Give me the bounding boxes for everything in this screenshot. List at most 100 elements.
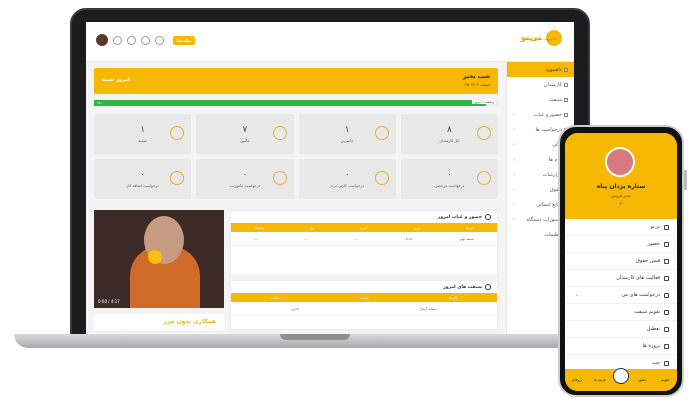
stat-card[interactable]: ۸ کل کارمندان (400, 114, 498, 154)
stat-value: ۱ (344, 125, 350, 135)
table-header-cell: وضعیت (253, 225, 265, 230)
phone-menu-label: تی‌نو (650, 224, 660, 230)
sidebar-item-label: داشبورد (545, 66, 562, 73)
greeting-banner: شب بخیر ۲۵ اسفند ۱۴۰۲ امروز شنبه (94, 68, 498, 94)
stat-card[interactable]: ۱ حاضرین (298, 114, 396, 154)
menu-item-icon (664, 292, 669, 298)
bottom-panels: 0:00 / 4:17 همکاری بدون مرز حضور و غیاب … (94, 210, 498, 330)
stat-card[interactable]: ۷ غائبین (196, 114, 294, 154)
laptop-notch (280, 334, 350, 340)
tickets-button[interactable]: تیکت‌ها (173, 35, 195, 45)
play-icon[interactable] (148, 250, 162, 264)
sidebar-item[interactable]: ‹ حضور و غیاب (507, 107, 574, 122)
cell-status: — (254, 236, 258, 241)
stat-card[interactable]: ۰ درخواست ماموریت (196, 159, 294, 199)
phone-menu-item[interactable]: تعطیل (565, 321, 677, 338)
phone-screen: ستاره یزدان پناه مدیر فروش ۴ تی‌نو حضور فی… (565, 133, 677, 391)
shifts-table-header: ساعت شیفت کارمند (231, 293, 497, 302)
dashboard-main: شب بخیر ۲۵ اسفند ۱۴۰۲ امروز شنبه ۹۷٪ وضع… (94, 68, 498, 199)
user-icon (272, 126, 287, 140)
menu-item-icon (664, 241, 669, 247)
chevron-left-icon: ‹ (513, 126, 515, 133)
table-header-cell: کارمند (448, 295, 458, 300)
stat-label: کل کارمندان (439, 138, 460, 143)
phone-menu-label: پروژه ها (642, 343, 660, 349)
user-icon (477, 126, 491, 140)
stat-card[interactable]: ۱ شعبه (94, 114, 192, 154)
sidebar-item[interactable]: کارمندان (507, 77, 574, 92)
table-header-cell: شیفت (359, 295, 369, 300)
stat-label: غائبین (240, 138, 250, 143)
stat-value: ۱ (140, 125, 146, 135)
chevron-left-icon: ‹ (513, 201, 515, 208)
user-avatar[interactable] (96, 34, 108, 46)
phone-menu-item[interactable]: فعالیت های کارمندان (565, 270, 677, 287)
phone-side-button (684, 170, 687, 190)
stat-card[interactable]: ۰ درخواست اضافه کار (94, 159, 192, 199)
phone-menu-item[interactable]: پروژه ها (565, 338, 677, 355)
stat-value: ۰ (446, 170, 452, 180)
profile-name: ستاره یزدان پناه (596, 183, 646, 190)
shifts-header: شیفت های امروز (231, 281, 497, 293)
phone-menu-label: فیش حقوق (636, 258, 660, 264)
user-icon (170, 171, 185, 185)
phone-menu-item[interactable]: تی‌نو (565, 219, 677, 236)
stage: تیکت‌ها تی‌نو مدیریت منابع انسانی داشبور… (0, 0, 688, 405)
cell-out: — (354, 236, 358, 241)
table-row[interactable]: اداری سمانه آرمان (231, 302, 497, 316)
phone-menu-item[interactable]: ⌄ درخواست های من (565, 287, 677, 304)
mail-icon[interactable] (141, 35, 150, 45)
menu-item-icon (664, 343, 669, 349)
table-header-cell: کارمند (465, 225, 475, 230)
stat-value: ۷ (242, 125, 248, 135)
phone-menu-item[interactable]: فیش حقوق (565, 253, 677, 270)
clock-icon (485, 214, 491, 220)
phone-nav-item[interactable]: پروفایل (567, 378, 587, 382)
stat-cards: ۱ شعبه ۷ غائبین ۱ حاضرین ۸ کل کارمندان ۰ درخواست … (94, 114, 498, 199)
clock-icon (485, 284, 491, 290)
sidebar-item[interactable]: شیفت (507, 92, 574, 107)
phone-menu-label: چت (651, 360, 660, 366)
fingerprint-icon[interactable] (612, 368, 629, 384)
stat-value: ۰ (242, 170, 248, 180)
video-time: 0:00 / 4:17 (98, 299, 120, 304)
user-icon (272, 171, 287, 185)
stat-value: ۸ (446, 125, 452, 135)
phone-menu-item[interactable]: حضور (565, 236, 677, 253)
settings-icon[interactable] (113, 35, 122, 45)
phone-nav-item[interactable]: حضور (632, 378, 652, 382)
profile-avatar[interactable] (605, 147, 635, 177)
stat-label: درخواست ماموریت (229, 183, 261, 188)
phone-menu-item[interactable]: تقویم شیفت (565, 304, 677, 321)
stat-label: شعبه (138, 138, 147, 143)
stat-value: ۰ (140, 170, 146, 180)
intro-video[interactable]: 0:00 / 4:17 (94, 210, 224, 308)
table-header-cell: خروج (360, 225, 368, 230)
stat-value: ۰ (344, 170, 350, 180)
help-icon[interactable] (155, 35, 164, 45)
table-row[interactable]: — — — ۰۸:۱۵ سمیه تولی (231, 232, 497, 246)
top-bar: تیکت‌ها تی‌نو مدیریت منابع انسانی (86, 22, 574, 62)
progress-label: وضعیت امروز (471, 100, 496, 104)
logo-subtitle: مدیریت منابع انسانی (521, 36, 556, 41)
phone-bottom-nav: پروفایل هزینه ها حضور تقویم (565, 368, 677, 391)
stat-label: درخواست مرخصی (434, 183, 465, 188)
profile-id: ۴ (619, 201, 623, 206)
stat-card[interactable]: ۰ درخواست مرخصی (400, 159, 498, 199)
sidebar-item-label: درخواست ها (535, 126, 562, 133)
laptop-screen: تیکت‌ها تی‌نو مدیریت منابع انسانی داشبور… (86, 22, 574, 334)
phone-nav-item[interactable]: تقویم (655, 378, 675, 382)
chevron-left-icon: ‹ (513, 171, 515, 178)
bell-icon[interactable] (127, 35, 136, 45)
attendance-header: حضور و غیاب امروز (231, 211, 497, 223)
greeting-title: شب بخیر (462, 73, 490, 80)
chevron-left-icon: ‹ (513, 186, 515, 193)
attendance-table-header: وضعیت نوع خروج ورود کارمند (231, 223, 497, 232)
menu-item-icon (664, 275, 669, 281)
menu-item-icon (664, 326, 669, 332)
cell-in: ۰۸:۱۵ (404, 236, 413, 241)
stat-card[interactable]: ۰ درخواست کارتی تردد (298, 159, 396, 199)
sidebar-item-label: دستورات دستگاه (526, 216, 562, 223)
phone-nav-item[interactable]: هزینه ها (590, 378, 610, 382)
sidebar-item[interactable]: داشبورد (507, 62, 574, 77)
